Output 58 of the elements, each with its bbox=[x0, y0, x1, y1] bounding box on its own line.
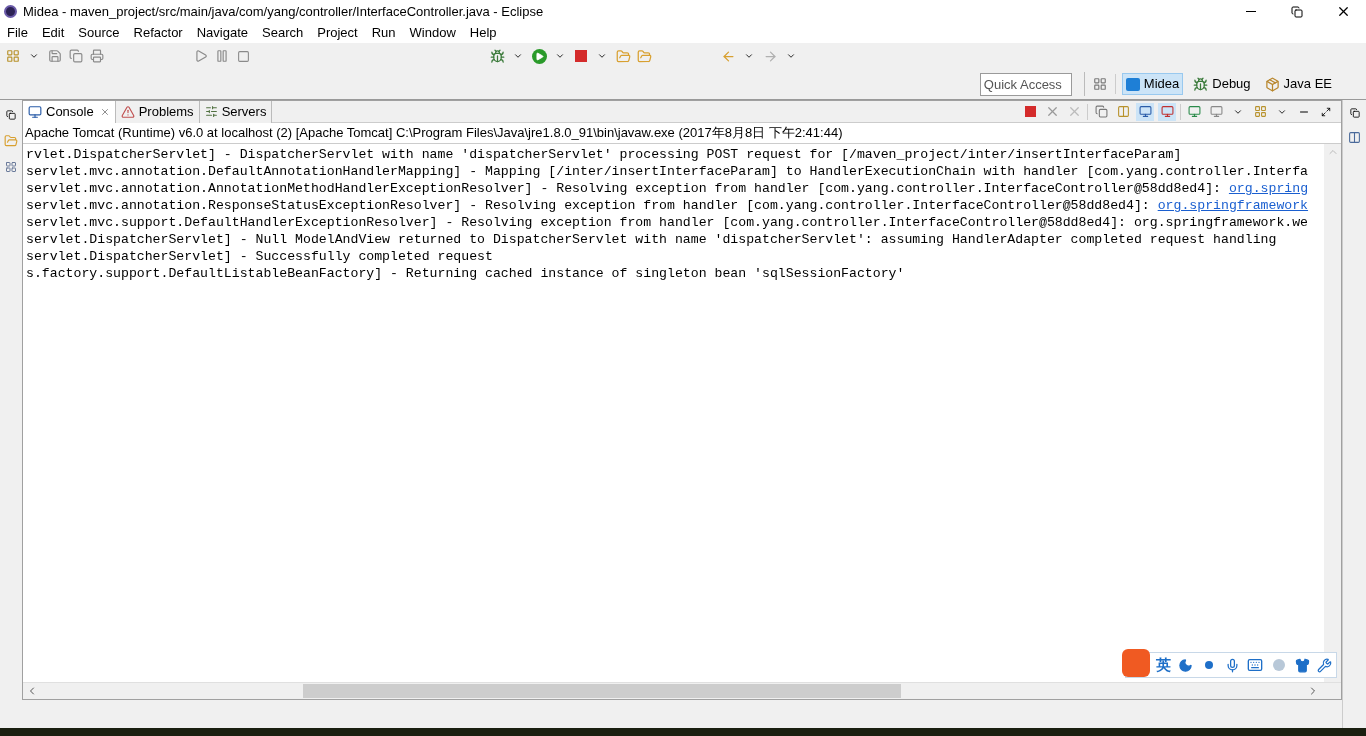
run-icon[interactable] bbox=[530, 47, 548, 65]
menu-item[interactable]: Help bbox=[469, 23, 497, 43]
menu-item[interactable]: Project bbox=[317, 23, 358, 43]
sliders-icon bbox=[204, 105, 218, 118]
console-line: servlet.DispatcherServlet] - Successfully completed request bbox=[26, 248, 493, 265]
save-icon[interactable] bbox=[46, 47, 64, 65]
keyboard-icon[interactable] bbox=[1247, 657, 1263, 673]
perspective-button[interactable]: Debug bbox=[1189, 73, 1255, 95]
microphone-icon[interactable] bbox=[1225, 657, 1240, 673]
warning-icon bbox=[120, 104, 135, 119]
console-header: Apache Tomcat (Runtime) v6.0 at localhost (2) [Apache Tomcat] C:\Program Files\Java\jre1.8.0_91\bin\javaw.exe (2017年8月8日 下午2:41:44) bbox=[24, 124, 844, 143]
console-line: servlet.mvc.annotation.DefaultAnnotationHandlerMapping] - Mapping [/inter/insertInterfaceParam] to HandlerExecutionChain with handler [com.yang.controller.Interfa bbox=[26, 163, 1309, 180]
debug-icon[interactable] bbox=[488, 47, 506, 65]
console-line: servlet.DispatcherServlet] - Null ModelAndView returned to DispatcherServlet with name 'dispatcherServlet': assuming HandlerAdapter completed request handling bbox=[26, 231, 1277, 248]
moon-icon[interactable] bbox=[1178, 657, 1193, 673]
show-output-icon[interactable] bbox=[1136, 102, 1154, 121]
eclipse-logo-icon bbox=[4, 5, 17, 18]
stack-trace-link[interactable]: org.springframework bbox=[1157, 198, 1309, 213]
package-icon bbox=[1264, 76, 1280, 92]
menu-item[interactable]: Navigate bbox=[196, 23, 248, 43]
wrench-icon[interactable] bbox=[1317, 657, 1332, 673]
menu-item[interactable]: Edit bbox=[41, 23, 65, 43]
stack-trace-link[interactable]: org.spring bbox=[1228, 181, 1309, 196]
folder-icon[interactable] bbox=[614, 47, 632, 65]
bug-icon bbox=[1193, 76, 1209, 92]
menu-item[interactable]: Run bbox=[371, 23, 396, 43]
folder-icon[interactable] bbox=[635, 47, 653, 65]
perspective-button[interactable]: Java EE bbox=[1260, 73, 1336, 95]
horizontal-scrollbar[interactable] bbox=[23, 682, 1341, 699]
monitor-icon bbox=[28, 104, 42, 119]
view-tab[interactable]: Servers bbox=[199, 100, 273, 123]
console-line: s.factory.support.DefaultListableBeanFactory] - Returning cached instance of singleton bean 'sqlSessionFactory' bbox=[26, 265, 905, 282]
print-icon[interactable] bbox=[88, 47, 106, 65]
console-line: servlet.mvc.annotation.ResponseStatusExceptionResolver] - Resolving exception from handler [com.yang.controller.InterfaceController@58dd8ed4]: org.springframework bbox=[26, 197, 1309, 214]
menu-item[interactable]: File bbox=[7, 23, 28, 43]
menu-item[interactable]: Search bbox=[262, 23, 304, 43]
perspective-button[interactable]: Midea bbox=[1121, 73, 1184, 95]
view-tab[interactable]: Problems bbox=[115, 100, 200, 123]
ime-logo-icon bbox=[1122, 649, 1150, 677]
restore-icon bbox=[1291, 5, 1303, 18]
shirt-icon[interactable] bbox=[1295, 657, 1310, 673]
view-tab[interactable]: Console bbox=[23, 100, 116, 123]
show-error-icon[interactable] bbox=[1158, 102, 1176, 121]
stop-icon[interactable] bbox=[572, 47, 590, 65]
vertical-scrollbar[interactable] bbox=[1324, 144, 1341, 682]
menu-item[interactable]: Source bbox=[78, 23, 120, 43]
window-title: Midea - maven_project/src/main/java/com/yang/controller/InterfaceController.java - Eclipse bbox=[23, 2, 544, 21]
console-line: rvlet.DispatcherServlet] - DispatcherServlet with name 'dispatcherServlet' processing POST request for [/maven_project/inter/insertInterfaceParam] bbox=[26, 146, 1182, 163]
scrollbar-thumb[interactable] bbox=[303, 684, 901, 698]
menu-item[interactable]: Refactor bbox=[133, 23, 183, 43]
logo-icon bbox=[1125, 77, 1140, 91]
menu-item[interactable]: Window bbox=[409, 23, 456, 43]
quick-access-field[interactable]: Quick Access bbox=[979, 72, 1072, 96]
console-line: servlet.mvc.support.DefaultHandlerExceptionResolver] - Resolving exception from handler [com.yang.controller.InterfaceController@58dd8ed4]: org.springframework.we bbox=[26, 214, 1309, 231]
console-line: servlet.mvc.annotation.AnnotationMethodHandlerExceptionResolver] - Resolving exception from handler [com.yang.controller.InterfaceController@58dd8ed4]: org.spring bbox=[26, 180, 1309, 197]
input-language[interactable]: 英 bbox=[1156, 653, 1171, 677]
minimize-icon bbox=[1246, 11, 1256, 12]
close-icon[interactable] bbox=[99, 106, 110, 117]
